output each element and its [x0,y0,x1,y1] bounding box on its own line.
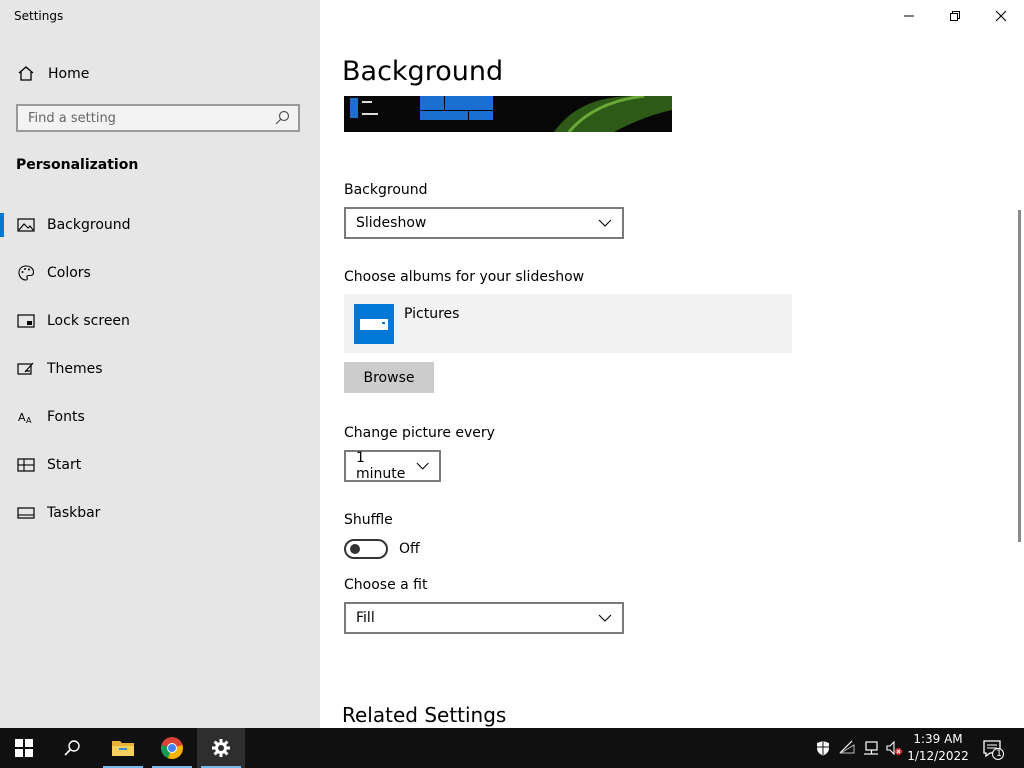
palette-icon [18,265,35,281]
ethernet-icon[interactable] [863,740,879,756]
app-title: Settings [14,9,64,23]
home-nav-item[interactable]: Home [16,63,89,85]
clock-time: 1:39 AM [913,732,963,746]
start-icon [17,458,35,472]
sidebar-item-label: Lock screen [47,313,130,329]
background-preview [344,96,672,132]
notification-count-badge: 1 [996,749,1002,759]
sidebar-item-label: Fonts [47,409,85,425]
folder-tile [354,304,394,344]
album-item[interactable]: Pictures [344,294,792,353]
search-icon[interactable] [274,110,290,126]
fit-dropdown[interactable]: Fill [344,602,624,634]
taskbar-icon [17,507,35,519]
search-input[interactable] [18,109,274,127]
sidebar-item-label: Start [47,457,82,473]
sidebar-item-label: Colors [47,265,91,281]
change-picture-dropdown[interactable]: 1 minute [344,450,441,482]
sidebar-item-label: Themes [47,361,103,377]
search-icon [64,740,80,756]
sidebar-item-label: Taskbar [47,505,101,521]
fit-label: Choose a fit [344,577,428,593]
page-title: Background [342,56,504,87]
sidebar: Settings Home Personalization Background… [0,0,320,728]
svg-text:A: A [26,416,32,425]
minimize-button[interactable] [886,0,932,32]
settings-icon [212,739,230,757]
browse-button[interactable]: Browse [344,362,434,393]
close-icon [995,10,1007,22]
change-picture-value: 1 minute [356,450,406,482]
sidebar-item-fonts[interactable]: A A Fonts [0,399,320,435]
taskbar [0,728,1024,768]
album-name: Pictures [404,306,460,322]
folder-icon [360,319,388,330]
file-explorer-icon [112,741,134,756]
change-picture-label: Change picture every [344,425,495,441]
minimize-icon [904,15,914,17]
shuffle-toggle[interactable] [344,539,388,559]
sidebar-item-themes[interactable]: Themes [0,351,320,387]
restore-button[interactable] [932,0,978,32]
taskbar-search-button[interactable] [48,728,96,768]
albums-label: Choose albums for your slideshow [344,269,585,285]
taskbar-clock[interactable]: 1:39 AM 1/12/2022 [900,731,976,765]
section-title: Personalization [16,157,139,173]
toggle-knob [350,544,360,554]
clock-date: 1/12/2022 [907,749,969,763]
desktop-preview-image [344,96,672,132]
shuffle-state: Off [399,541,420,557]
settings-taskbar-button[interactable] [197,728,245,768]
sidebar-item-start[interactable]: Start [0,447,320,483]
file-explorer-button[interactable] [99,728,147,768]
search-box[interactable] [16,104,300,132]
network-disconnected-icon[interactable] [839,740,855,756]
security-shield-icon[interactable] [815,740,831,756]
sidebar-item-colors[interactable]: Colors [0,255,320,291]
picture-icon [17,218,35,232]
start-button[interactable] [0,728,48,768]
scrollbar[interactable] [1018,210,1021,542]
chrome-icon [161,737,183,760]
sidebar-item-taskbar[interactable]: Taskbar [0,495,320,531]
fonts-icon: A A [18,411,32,425]
related-settings-title: Related Settings [342,703,507,727]
background-dropdown-value: Slideshow [356,215,427,231]
home-label: Home [48,66,90,82]
fit-dropdown-value: Fill [356,610,375,626]
background-label: Background [344,182,428,198]
themes-icon [17,362,34,375]
sidebar-item-label: Background [47,217,131,233]
sidebar-item-background[interactable]: Background [0,207,320,243]
chrome-button[interactable] [148,728,196,768]
home-icon [18,66,34,81]
chevron-down-icon [598,219,612,227]
background-dropdown[interactable]: Slideshow [344,207,624,239]
windows-logo-icon [15,739,33,757]
shuffle-label: Shuffle [344,512,393,528]
sidebar-item-lock-screen[interactable]: Lock screen [0,303,320,339]
svg-text:A: A [18,411,26,424]
chevron-down-icon [598,614,612,622]
restore-icon [950,11,960,21]
lock-screen-icon [17,314,35,328]
chevron-down-icon [416,462,429,470]
close-button[interactable] [978,0,1024,32]
